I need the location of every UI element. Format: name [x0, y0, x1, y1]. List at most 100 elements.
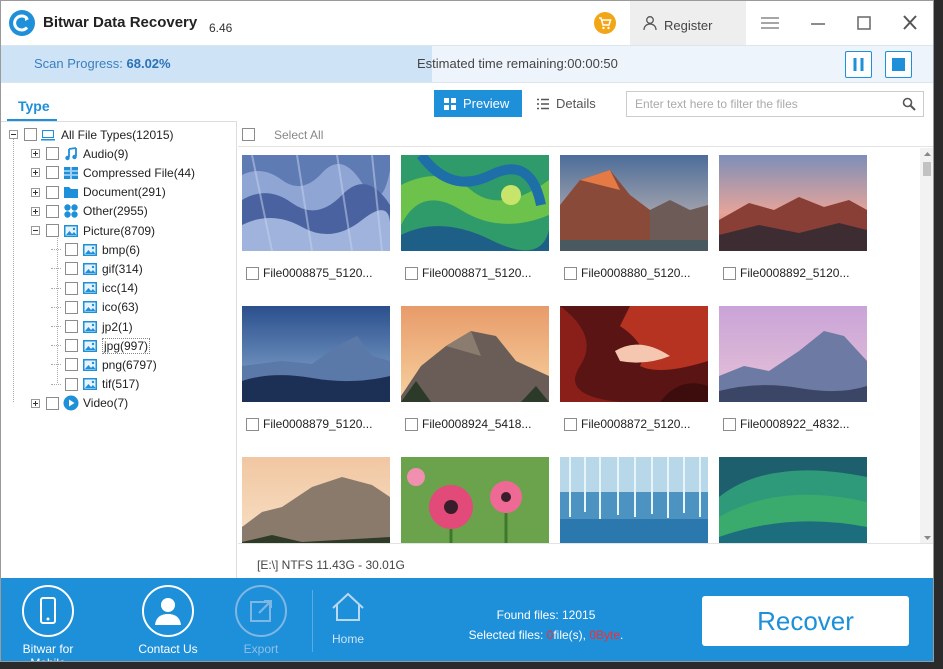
thumbnail-image[interactable]	[242, 155, 390, 251]
file-thumbnail-card[interactable]: File0008872_5120...	[556, 299, 708, 439]
scroll-down-icon[interactable]	[920, 533, 934, 543]
tree-item[interactable]: tif(517)	[51, 375, 139, 394]
tree-item[interactable]: Other(2955)	[31, 202, 148, 221]
tree-item[interactable]: bmp(6)	[51, 240, 140, 259]
preview-button[interactable]: Preview	[434, 90, 522, 117]
tree-item[interactable]: jp2(1)	[51, 317, 133, 336]
thumbnail-image[interactable]	[560, 457, 708, 543]
file-thumbnail-card[interactable]: File0008922_4832...	[715, 299, 867, 439]
expand-icon[interactable]	[31, 149, 40, 159]
cart-icon[interactable]	[594, 12, 616, 34]
tree-item-checkbox[interactable]	[65, 377, 78, 391]
thumbnail-image[interactable]	[560, 155, 708, 251]
close-icon[interactable]	[898, 13, 922, 33]
register-label: Register	[664, 18, 713, 33]
thumbnail-image[interactable]	[401, 306, 549, 402]
tree-guide	[51, 345, 61, 347]
tree-item-checkbox[interactable]	[46, 185, 59, 199]
file-type-tree: All File Types(12015) Audio(9) Compressed …	[1, 122, 237, 578]
tree-item-checkbox[interactable]	[24, 128, 37, 141]
file-thumbnail-card[interactable]	[397, 450, 549, 543]
stop-button[interactable]	[885, 51, 912, 78]
thumbnail-image[interactable]	[242, 457, 390, 543]
file-thumbnail-card[interactable]: File0008875_5120...	[238, 148, 390, 288]
thumbnail-image[interactable]	[719, 306, 867, 402]
tree-item-checkbox[interactable]	[46, 224, 59, 237]
scroll-up-icon[interactable]	[920, 149, 934, 159]
file-thumbnail-card[interactable]: File0008892_5120...	[715, 148, 867, 288]
bitwar-for-mobile-button[interactable]: Bitwar for Mobile	[8, 583, 88, 661]
expand-icon[interactable]	[31, 187, 40, 197]
file-checkbox[interactable]	[246, 266, 259, 280]
file-checkbox[interactable]	[405, 266, 418, 280]
file-thumbnail-card[interactable]	[556, 450, 708, 543]
image-icon	[82, 376, 98, 392]
thumbnail-image[interactable]	[560, 306, 708, 402]
file-thumbnail-card[interactable]: File0008879_5120...	[238, 299, 390, 439]
tree-item-checkbox[interactable]	[65, 320, 78, 333]
file-checkbox[interactable]	[564, 266, 577, 280]
tree-item-checkbox[interactable]	[46, 166, 59, 180]
file-thumbnail-card[interactable]	[715, 450, 867, 543]
tree-item-label: Picture(8709)	[83, 223, 156, 238]
register-button[interactable]: Register	[630, 1, 746, 45]
tree-item[interactable]: Audio(9)	[31, 144, 128, 163]
tree-item-checkbox[interactable]	[65, 358, 78, 372]
expand-icon[interactable]	[31, 398, 40, 408]
maximize-icon[interactable]	[852, 13, 876, 33]
file-caption: File0008880_5120...	[564, 266, 690, 280]
tree-item-checkbox[interactable]	[65, 262, 78, 276]
tree-item-checkbox[interactable]	[46, 204, 59, 218]
details-button[interactable]: Details	[528, 90, 608, 117]
tree-item-checkbox[interactable]	[46, 396, 59, 410]
tree-item[interactable]: Picture(8709)	[31, 221, 155, 240]
collapse-icon[interactable]	[9, 130, 18, 139]
thumbnail-image[interactable]	[719, 457, 867, 543]
thumbnail-image[interactable]	[719, 155, 867, 251]
tree-item-checkbox[interactable]	[46, 147, 59, 161]
tree-item-checkbox[interactable]	[65, 339, 78, 353]
tree-item[interactable]: icc(14)	[51, 279, 138, 298]
tree-item[interactable]: gif(314)	[51, 259, 143, 278]
expand-icon[interactable]	[31, 206, 40, 216]
minimize-icon[interactable]	[806, 13, 830, 33]
thumbnail-image[interactable]	[401, 457, 549, 543]
file-thumbnail-card[interactable]	[238, 450, 390, 543]
tab-type[interactable]: Type	[18, 98, 50, 114]
tree-item[interactable]: jpg(997)	[51, 336, 151, 355]
file-thumbnail-card[interactable]: File0008880_5120...	[556, 148, 708, 288]
recover-button[interactable]: Recover	[702, 596, 909, 646]
thumbnail-image[interactable]	[242, 306, 390, 402]
thumbnail-image[interactable]	[401, 155, 549, 251]
file-checkbox[interactable]	[723, 417, 736, 431]
export-button[interactable]: Export	[221, 583, 301, 656]
file-thumbnail-card[interactable]: File0008871_5120...	[397, 148, 549, 288]
file-checkbox[interactable]	[246, 417, 259, 431]
tree-item[interactable]: png(6797)	[51, 355, 157, 374]
contact-us-button[interactable]: Contact Us	[128, 583, 208, 656]
user-icon	[643, 16, 657, 31]
menu-icon[interactable]	[758, 13, 782, 33]
tree-item[interactable]: Document(291)	[31, 183, 166, 202]
tree-item-checkbox[interactable]	[65, 281, 78, 295]
file-thumbnail-card[interactable]: File0008924_5418...	[397, 299, 549, 439]
file-checkbox[interactable]	[723, 266, 736, 280]
scrollbar-thumb[interactable]	[923, 162, 931, 176]
tree-item-checkbox[interactable]	[65, 243, 78, 257]
collapse-icon[interactable]	[31, 226, 40, 235]
filter-input[interactable]	[635, 97, 895, 111]
search-icon[interactable]	[902, 97, 916, 111]
vertical-scrollbar[interactable]	[920, 148, 934, 543]
expand-icon[interactable]	[31, 168, 40, 178]
file-checkbox[interactable]	[405, 417, 418, 431]
tree-item[interactable]: Video(7)	[31, 394, 128, 413]
file-checkbox[interactable]	[564, 417, 577, 431]
filter-box[interactable]	[626, 91, 924, 117]
tree-item[interactable]: ico(63)	[51, 298, 139, 317]
pause-button[interactable]	[845, 51, 872, 78]
tree-item[interactable]: Compressed File(44)	[31, 163, 195, 182]
select-all-checkbox[interactable]	[242, 128, 255, 141]
tree-item-checkbox[interactable]	[65, 300, 78, 314]
tree-item[interactable]: All File Types(12015)	[9, 125, 174, 144]
home-button[interactable]: Home	[308, 588, 388, 660]
